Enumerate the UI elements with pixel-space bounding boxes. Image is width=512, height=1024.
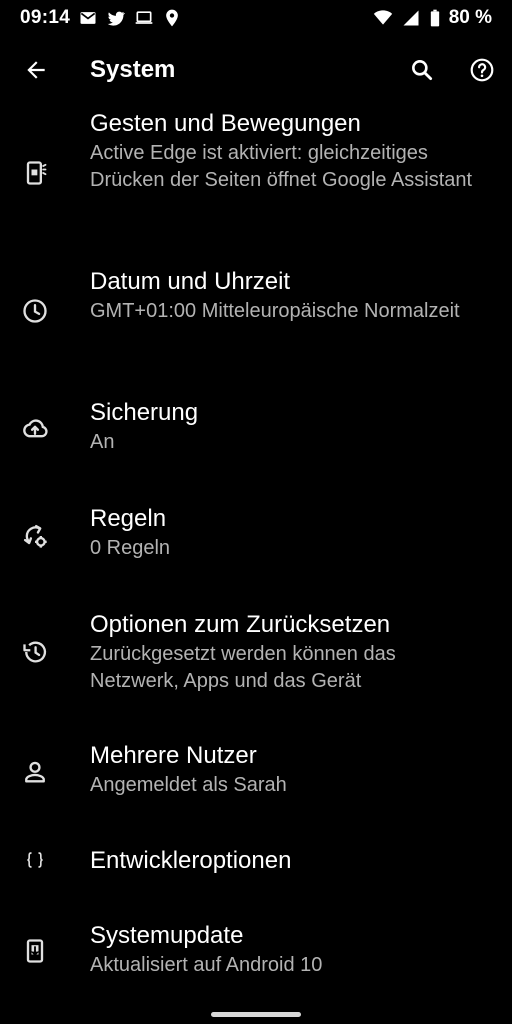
status-right: 80 %: [373, 7, 492, 29]
setting-item-reset[interactable]: Optionen zum Zurücksetzen Zurückgesetzt …: [0, 609, 512, 709]
setting-summary: An: [90, 431, 115, 453]
phone-gesture-icon: [20, 158, 50, 188]
setting-text: Gesten und Bewegungen Active Edge ist ak…: [90, 108, 488, 194]
wifi-icon: [373, 8, 393, 28]
setting-item-backup[interactable]: Sicherung An: [0, 397, 512, 469]
search-button[interactable]: [400, 48, 444, 92]
setting-title: Datum und Uhrzeit: [90, 268, 291, 295]
status-bar: 09:14 80 %: [0, 0, 512, 36]
setting-text: Mehrere Nutzer Angemeldet als Sarah: [90, 740, 488, 799]
setting-summary: Aktualisiert auf Android 10: [90, 954, 323, 976]
location-icon: [162, 8, 182, 28]
arrow-back-icon: [27, 61, 45, 79]
battery-icon: [429, 8, 441, 28]
person-icon: [20, 757, 50, 787]
battery-percentage: 80 %: [448, 7, 492, 28]
setting-summary: Active Edge ist aktiviert: gleichzeitige…: [90, 142, 473, 191]
page-title: System: [90, 56, 176, 83]
help-icon: [470, 58, 494, 82]
setting-title: Systemupdate: [90, 922, 244, 949]
braces-icon: [20, 845, 50, 875]
gesture-nav-handle[interactable]: [211, 1012, 301, 1017]
setting-title: Sicherung: [90, 399, 199, 426]
setting-text: Entwickleroptionen: [90, 845, 488, 877]
setting-item-rules[interactable]: Regeln 0 Regeln: [0, 503, 512, 575]
history-icon: [20, 637, 50, 667]
status-time: 09:14: [20, 7, 71, 28]
setting-title: Entwickleroptionen: [90, 847, 292, 874]
cloud-upload-icon: [20, 413, 50, 443]
search-icon: [412, 60, 433, 81]
setting-item-users[interactable]: Mehrere Nutzer Angemeldet als Sarah: [0, 740, 512, 812]
twitter-icon: [106, 8, 126, 28]
help-button[interactable]: [460, 48, 504, 92]
setting-text: Datum und Uhrzeit GMT+01:00 Mitteleuropä…: [90, 266, 488, 325]
cell-signal-icon: [401, 8, 421, 28]
rules-icon: [20, 521, 50, 551]
setting-text: Systemupdate Aktualisiert auf Android 10: [90, 920, 488, 979]
setting-title: Regeln: [90, 505, 167, 532]
setting-title: Optionen zum Zurücksetzen: [90, 611, 391, 638]
system-update-icon: [20, 936, 50, 966]
app-bar: System: [0, 38, 512, 102]
setting-title: Mehrere Nutzer: [90, 742, 257, 769]
clock-icon: [20, 296, 50, 326]
setting-text: Regeln 0 Regeln: [90, 503, 488, 562]
setting-title: Gesten und Bewegungen: [90, 110, 361, 137]
setting-item-update[interactable]: Systemupdate Aktualisiert auf Android 10: [0, 920, 512, 992]
setting-item-developer[interactable]: Entwickleroptionen: [0, 845, 512, 885]
setting-summary: GMT+01:00 Mitteleuropäische Normalzeit: [90, 300, 460, 322]
back-button[interactable]: [14, 48, 58, 92]
gmail-icon: [78, 8, 98, 28]
setting-text: Sicherung An: [90, 397, 488, 456]
setting-text: Optionen zum Zurücksetzen Zurückgesetzt …: [90, 609, 488, 695]
status-left: 09:14: [20, 7, 182, 29]
setting-item-gestures[interactable]: Gesten und Bewegungen Active Edge ist ak…: [0, 108, 512, 238]
laptop-icon: [134, 8, 154, 28]
setting-summary: 0 Regeln: [90, 537, 171, 559]
setting-summary: Angemeldet als Sarah: [90, 774, 287, 796]
setting-summary: Zurückgesetzt werden können das Netzwerk…: [90, 643, 396, 692]
setting-item-datetime[interactable]: Datum und Uhrzeit GMT+01:00 Mitteleuropä…: [0, 266, 512, 366]
